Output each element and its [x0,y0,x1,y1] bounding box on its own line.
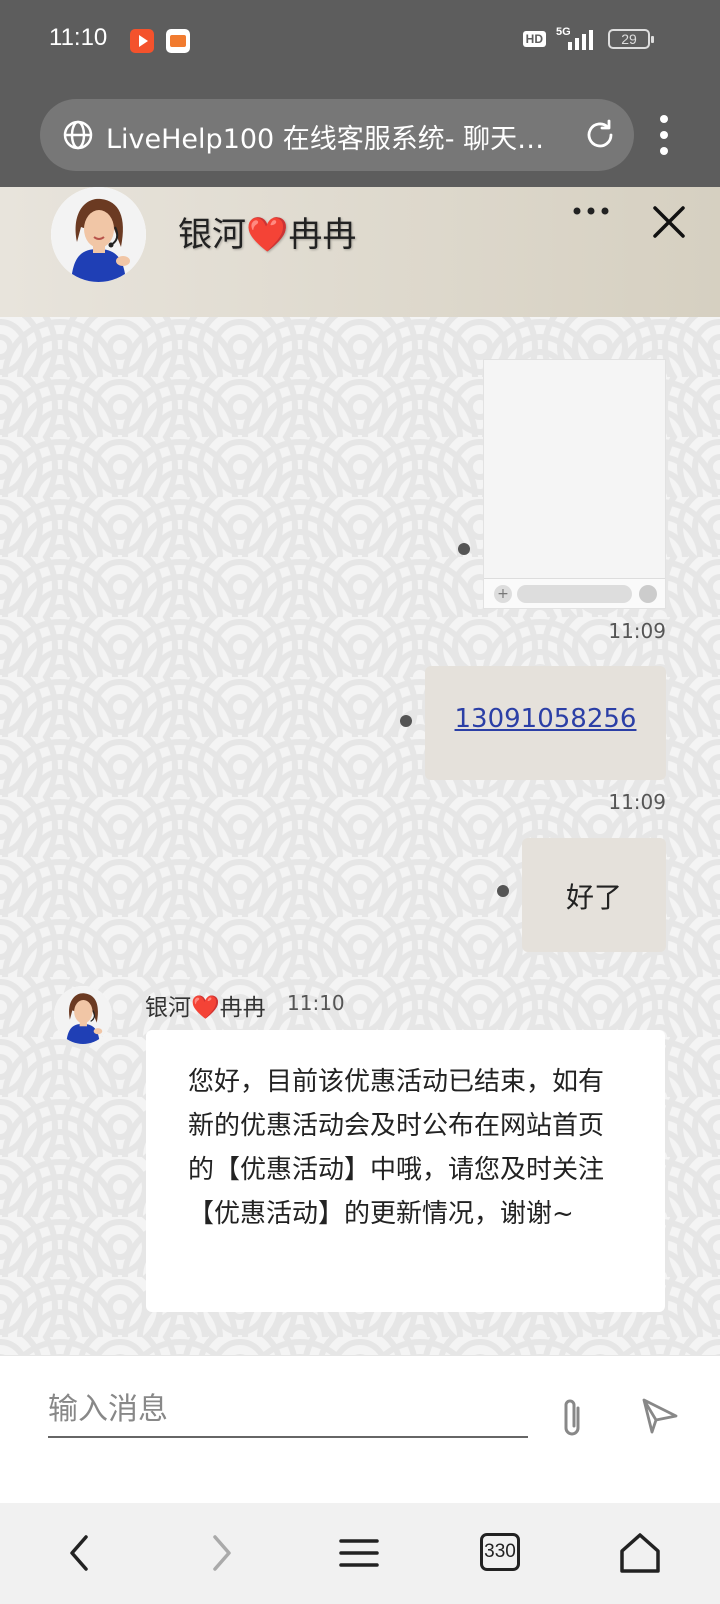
sender-name: 银河❤️冉冉 [145,995,266,1021]
system-indicators: HD 5G 29 [522,26,654,50]
tabs-count[interactable]: 330 [480,1533,520,1571]
message-time: 11:09 [608,619,666,643]
more-options-icon[interactable] [571,205,611,217]
message-time: 11:10 [287,991,345,1015]
phone-link[interactable]: 13091058256 [425,704,666,734]
video-app-icon [130,29,154,53]
hd-icon: HD [522,31,546,47]
back-icon[interactable] [52,1525,108,1581]
agent-avatar [51,187,146,282]
read-status-dot [497,885,509,897]
chat-agent-name: 银河❤️冉冉 [178,215,357,255]
read-status-dot [458,543,470,555]
message-composer [0,1355,720,1503]
page-title[interactable]: LiveHelp100 在线客服系统- 聊天… [106,117,566,156]
kebab-menu-icon[interactable] [658,114,670,156]
image-message[interactable]: + ​ [483,359,666,609]
chat-header: 银河❤️冉冉 [0,187,720,317]
browser-bottom-nav: 330 [0,1503,720,1604]
game-app-icon [166,29,190,53]
menu-icon[interactable] [331,1525,387,1581]
reload-icon[interactable] [582,117,618,153]
paperclip-icon[interactable] [555,1396,589,1440]
status-bar: 11:10 HD 5G 29 [0,0,720,84]
message-list[interactable]: + ​ 11:09 13091058256 11:09 好了 银河❤️冉冉 11… [0,317,720,1355]
outgoing-message: 13091058256 [425,666,666,780]
read-status-dot [400,715,412,727]
outgoing-message: 好了 [522,838,666,952]
address-bar[interactable]: LiveHelp100 在线客服系统- 聊天… [40,99,634,171]
send-icon [639,585,657,603]
status-time: 11:10 [49,24,108,51]
signal-icon: 5G [556,26,598,50]
home-icon[interactable] [612,1525,668,1581]
thumbnail-input: ​ [517,585,632,603]
image-thumbnail-toolbar: + ​ [484,578,665,608]
send-icon[interactable] [640,1396,680,1436]
forward-icon[interactable] [193,1525,249,1581]
battery-icon: 29 [608,29,654,49]
message-text: 您好，目前该优惠活动已结束，如有新的优惠活动会及时公布在网站首页的【优惠活动】中… [188,1067,605,1229]
message-time: 11:09 [608,790,666,814]
close-icon[interactable] [651,204,687,240]
incoming-message: 您好，目前该优惠活动已结束，如有新的优惠活动会及时公布在网站首页的【优惠活动】中… [146,1030,665,1312]
globe-icon [63,120,93,150]
agent-avatar-small [54,986,112,1044]
plus-icon: + [494,585,512,603]
message-text: 好了 [565,881,622,914]
message-input[interactable] [48,1382,528,1438]
browser-toolbar: LiveHelp100 在线客服系统- 聊天… [0,84,720,187]
